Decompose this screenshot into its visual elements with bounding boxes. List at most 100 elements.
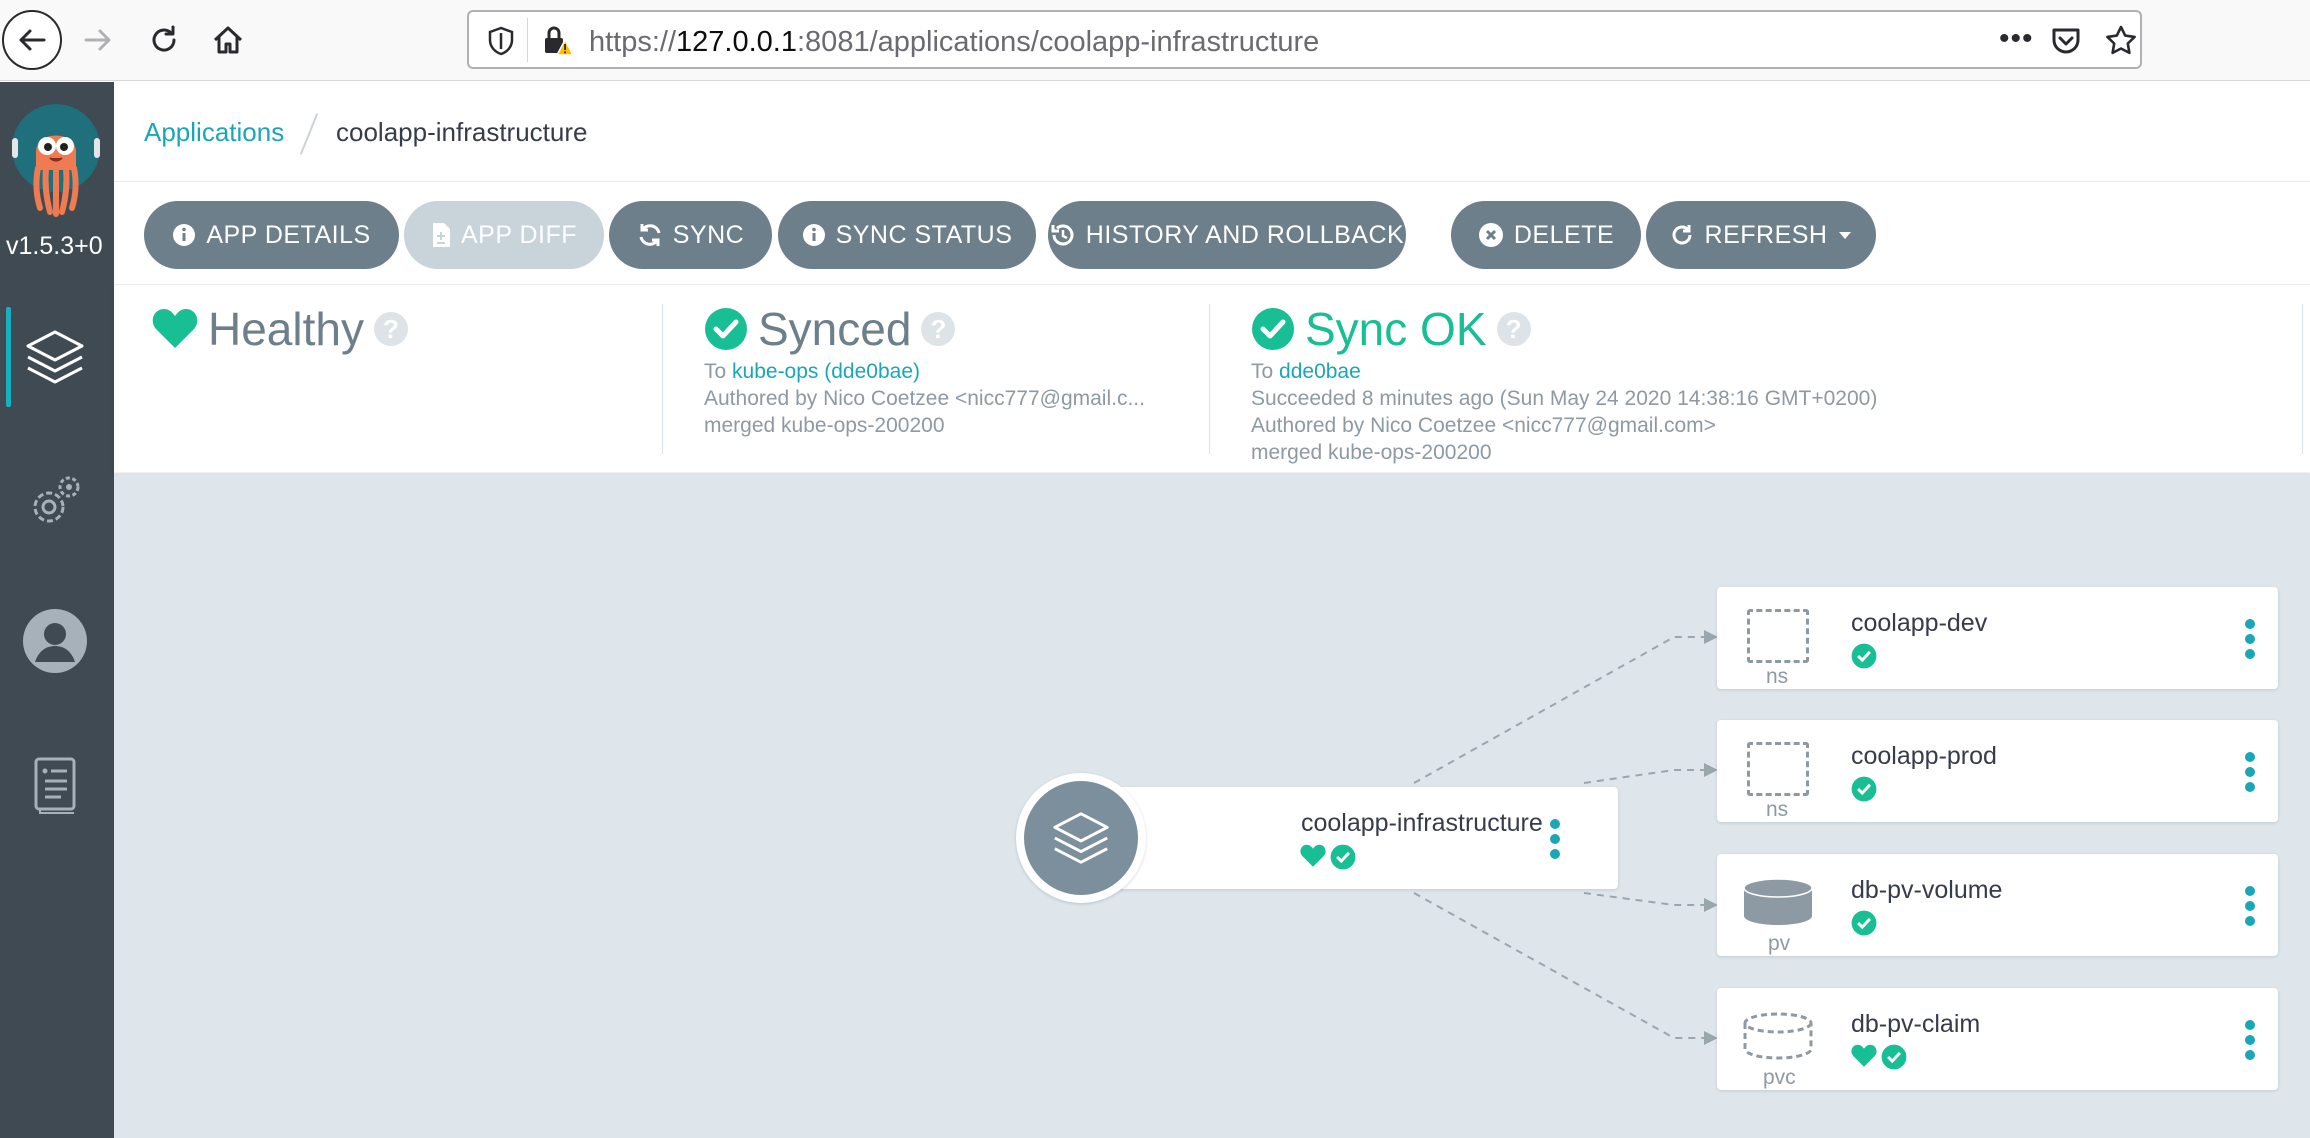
resource-tree: coolapp-infrastructure ns coolapp-dev ns… (114, 473, 2310, 1138)
history-rollback-button[interactable]: HISTORY AND ROLLBACK (1048, 201, 1406, 269)
app-details-button[interactable]: APP DETAILS (144, 201, 399, 269)
divider (1209, 304, 1210, 454)
resource-node[interactable]: ns coolapp-dev (1717, 587, 2278, 689)
sync-status-button[interactable]: SYNC STATUS (778, 201, 1036, 269)
docs-icon (34, 757, 76, 814)
check-circle-icon (1851, 910, 1877, 936)
operation-message: merged kube-ops-200200 (1251, 441, 1492, 464)
insecure-lock-icon[interactable] (541, 24, 575, 58)
divider (2302, 304, 2303, 454)
sync-title: Synced (758, 303, 912, 355)
home-icon (213, 26, 243, 54)
operation-revision-link[interactable]: dde0bae (1279, 360, 1361, 383)
pocket-icon[interactable] (2049, 24, 2083, 58)
home-button[interactable] (198, 10, 258, 70)
sync-label: SYNC (672, 220, 745, 249)
arrow-left-icon (19, 29, 46, 51)
check-circle-icon (1851, 643, 1877, 669)
url-text[interactable]: https://127.0.0.1:8081/applications/cool… (589, 26, 1319, 59)
resource-kind: pvc (1763, 1066, 1796, 1089)
reload-icon (152, 25, 176, 52)
sidebar-item-user-info[interactable] (20, 606, 90, 676)
health-title: Healthy (208, 303, 364, 355)
check-circle-icon (1881, 1044, 1907, 1070)
sync-to-prefix: To (704, 360, 727, 383)
url-bar[interactable]: https://127.0.0.1:8081/applications/cool… (467, 10, 2142, 69)
check-circle-icon (1252, 308, 1294, 350)
heart-icon (1851, 1044, 1877, 1067)
app-diff-button[interactable]: APP DIFF (404, 201, 604, 269)
sidebar-item-applications[interactable] (20, 322, 90, 392)
operation-status: Sync OK ? To dde0bae Succeeded 8 minutes… (1251, 302, 1877, 466)
reload-button[interactable] (134, 10, 194, 70)
check-circle-icon (705, 308, 747, 350)
sync-button[interactable]: SYNC (609, 201, 772, 269)
shield-icon[interactable] (487, 26, 515, 56)
help-icon[interactable]: ? (1496, 312, 1531, 346)
volume-icon (1743, 878, 1813, 925)
browser-toolbar: https://127.0.0.1:8081/applications/cool… (0, 0, 2310, 81)
resource-node[interactable]: pv db-pv-volume (1717, 854, 2278, 956)
help-icon[interactable]: ? (373, 312, 408, 346)
help-icon[interactable]: ? (921, 312, 956, 346)
sync-status-label: SYNC STATUS (835, 220, 1013, 249)
sync-icon (639, 224, 661, 246)
root-node-label: coolapp-infrastructure (1301, 809, 1543, 837)
layers-icon (26, 330, 84, 384)
node-menu-icon[interactable] (2245, 752, 2255, 792)
namespace-icon (1747, 609, 1809, 663)
resource-name: coolapp-prod (1851, 742, 1997, 770)
resource-badges (1851, 776, 1877, 802)
volume-claim-icon (1743, 1012, 1813, 1060)
root-node[interactable]: coolapp-infrastructure (1084, 787, 1618, 889)
health-status: Healthy ? (152, 302, 408, 356)
sidebar: v1.5.3+0 (0, 82, 114, 1138)
history-label: HISTORY AND ROLLBACK (1085, 220, 1405, 249)
operation-to-prefix: To (1251, 360, 1274, 383)
close-circle-icon (1478, 223, 1503, 247)
breadcrumb: Applications coolapp-infrastructure (114, 82, 2310, 182)
check-circle-icon (1851, 776, 1877, 802)
operation-succeeded: Succeeded 8 minutes ago (Sun May 24 2020… (1251, 387, 1878, 410)
user-icon (23, 609, 87, 673)
refresh-icon (1672, 225, 1692, 245)
node-menu-icon[interactable] (2245, 619, 2255, 659)
status-panel: Healthy ? Synced ? To kube-ops (dde0bae)… (114, 286, 2310, 472)
sync-status: Synced ? To kube-ops (dde0bae) Authored … (704, 302, 1145, 439)
sync-message: merged kube-ops-200200 (704, 414, 945, 437)
resource-kind: ns (1766, 798, 1789, 821)
resource-kind: ns (1766, 665, 1789, 688)
node-menu-icon[interactable] (1550, 819, 1560, 859)
resource-name: db-pv-volume (1851, 876, 2003, 904)
node-menu-icon[interactable] (2245, 886, 2255, 926)
app-toolbar: APP DETAILS APP DIFF SYNC SYNC STATUS HI… (114, 183, 2310, 285)
root-node-icon (1024, 781, 1138, 895)
refresh-label: REFRESH (1704, 220, 1828, 249)
resource-node[interactable]: ns coolapp-prod (1717, 720, 2278, 822)
resource-node[interactable]: pvc db-pv-claim (1717, 988, 2278, 1090)
info-icon (802, 224, 825, 246)
bookmark-star-icon[interactable] (2104, 24, 2138, 58)
check-circle-icon (1330, 844, 1356, 870)
app-diff-label: APP DIFF (460, 220, 578, 249)
delete-button[interactable]: DELETE (1451, 201, 1641, 269)
breadcrumb-separator (299, 113, 319, 155)
root-node-badges (1300, 844, 1356, 870)
resource-name: db-pv-claim (1851, 1010, 1981, 1038)
refresh-button[interactable]: REFRESH (1646, 201, 1876, 269)
heart-icon (1300, 844, 1326, 867)
sync-revision-link[interactable]: kube-ops (dde0bae) (732, 360, 920, 383)
back-button[interactable] (2, 10, 62, 70)
operation-author: Authored by Nico Coetzee <nicc777@gmail.… (1251, 414, 1716, 437)
layers-icon (1053, 812, 1109, 864)
page-actions-icon[interactable]: ••• (1999, 22, 2034, 56)
node-menu-icon[interactable] (2245, 1020, 2255, 1060)
sidebar-item-docs[interactable] (20, 750, 90, 820)
sidebar-item-settings[interactable] (20, 466, 90, 536)
page-title: coolapp-infrastructure (336, 117, 588, 147)
forward-button[interactable] (68, 10, 128, 70)
sync-author: Authored by Nico Coetzee <nicc777@gmail.… (704, 387, 1145, 410)
breadcrumb-applications-link[interactable]: Applications (144, 117, 284, 148)
argo-logo-icon[interactable] (8, 102, 104, 222)
caret-down-icon (1839, 232, 1852, 239)
